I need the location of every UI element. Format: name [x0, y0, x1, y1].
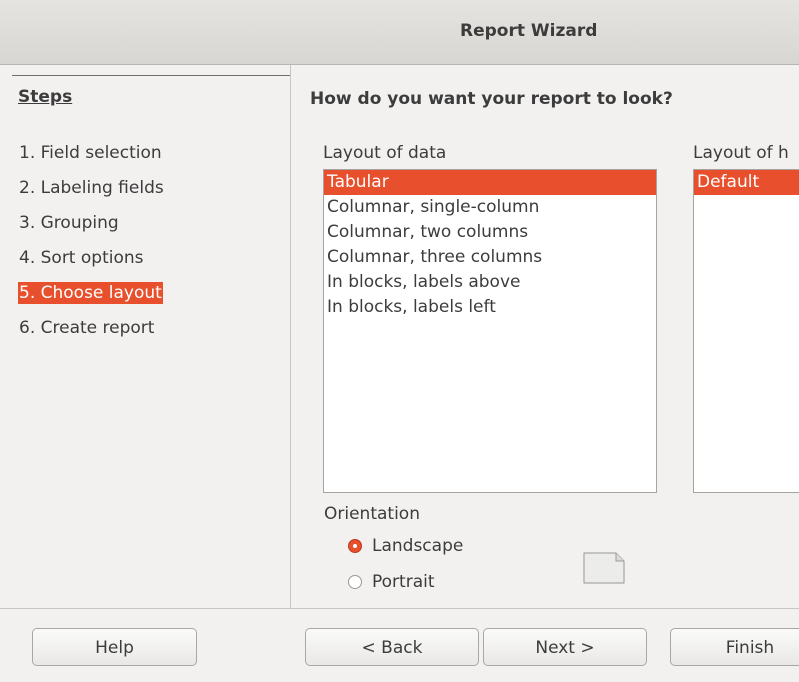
layout-of-headers-list[interactable]: Default: [693, 169, 799, 493]
layout-option-columnar-single[interactable]: Columnar, single-column: [324, 195, 656, 220]
layout-option-blocks-left[interactable]: In blocks, labels left: [324, 295, 656, 320]
title-bar[interactable]: Report Wizard: [0, 0, 799, 65]
layout-question: How do you want your report to look?: [310, 89, 673, 109]
landscape-radio[interactable]: Landscape: [348, 535, 463, 557]
portrait-radio[interactable]: Portrait: [348, 571, 435, 593]
window-title: Report Wizard: [460, 21, 598, 41]
step-choose-layout[interactable]: 5. Choose layout: [18, 282, 163, 304]
radio-unchecked-icon[interactable]: [348, 575, 362, 589]
layout-of-data-label: Layout of data: [323, 143, 447, 163]
report-wizard-window: Report Wizard Steps 1. Field selection 2…: [0, 0, 799, 682]
layout-of-headers-label: Layout of h: [693, 143, 789, 163]
layout-option-tabular[interactable]: Tabular: [324, 170, 656, 195]
step-labeling-fields[interactable]: 2. Labeling fields: [18, 177, 165, 199]
step-field-selection[interactable]: 1. Field selection: [18, 142, 163, 164]
finish-button[interactable]: Finish: [670, 628, 799, 666]
layout-option-columnar-two[interactable]: Columnar, two columns: [324, 220, 656, 245]
button-bar-divider: [0, 608, 799, 609]
layout-of-data-list[interactable]: Tabular Columnar, single-column Columnar…: [323, 169, 657, 493]
step-sort-options[interactable]: 4. Sort options: [18, 247, 145, 269]
layout-option-columnar-three[interactable]: Columnar, three columns: [324, 245, 656, 270]
page-orientation-preview-icon: [583, 552, 625, 584]
portrait-label: Portrait: [372, 572, 435, 592]
back-button[interactable]: < Back: [305, 628, 479, 666]
step-grouping[interactable]: 3. Grouping: [18, 212, 120, 234]
steps-heading: Steps: [18, 87, 73, 107]
layout-pane: How do you want your report to look? Lay…: [291, 65, 799, 608]
help-button[interactable]: Help: [32, 628, 197, 666]
radio-checked-icon[interactable]: [348, 539, 362, 553]
steps-pane: Steps 1. Field selection 2. Labeling fie…: [0, 65, 291, 608]
next-button[interactable]: Next >: [483, 628, 647, 666]
header-option-default[interactable]: Default: [694, 170, 799, 195]
layout-option-blocks-above[interactable]: In blocks, labels above: [324, 270, 656, 295]
step-create-report[interactable]: 6. Create report: [18, 317, 155, 339]
orientation-label: Orientation: [324, 504, 420, 524]
landscape-label: Landscape: [372, 536, 464, 556]
steps-divider: [12, 75, 290, 76]
